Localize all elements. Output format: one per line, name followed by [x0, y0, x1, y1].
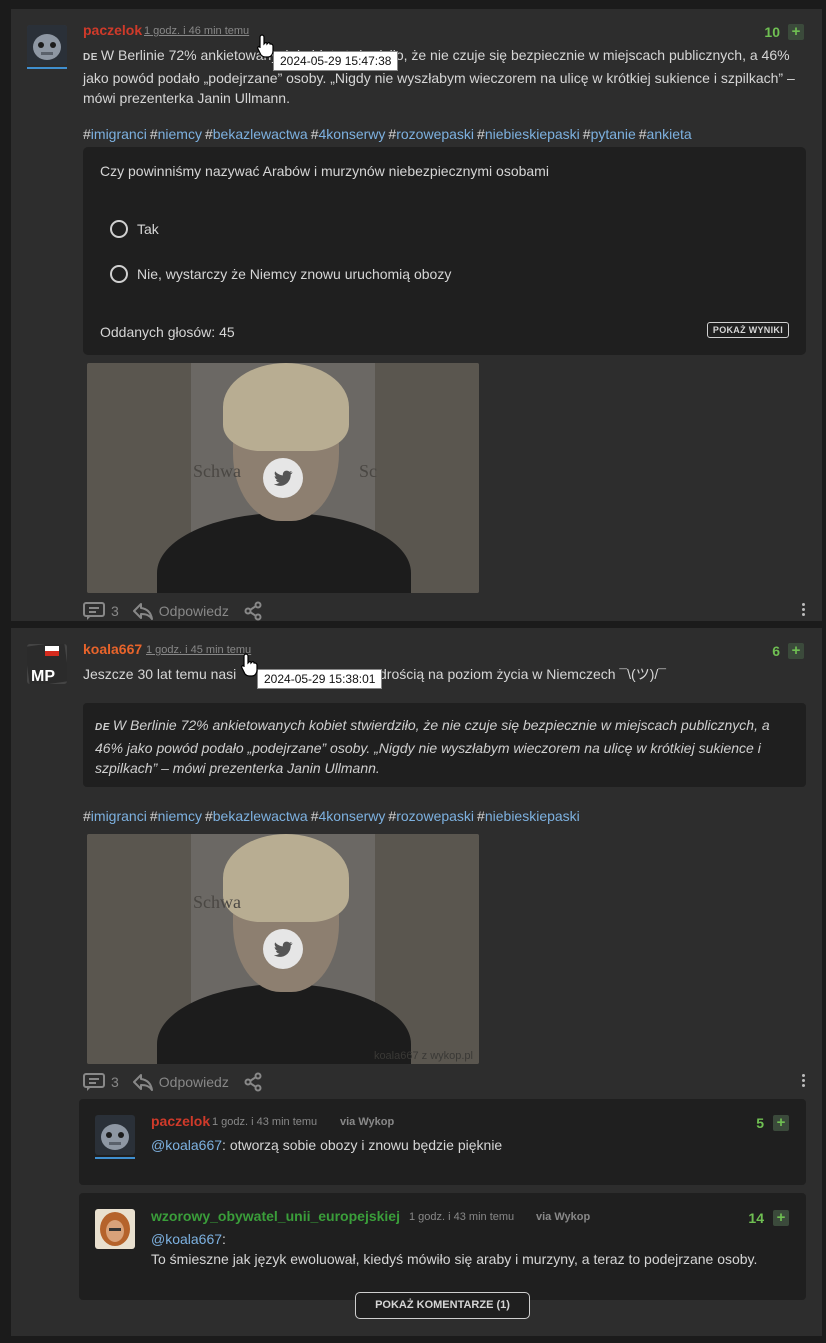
entry-post: paczelok 1 godz. i 46 min temu 10 + DE W …: [11, 9, 822, 621]
photo-backdrop-text: Schwa: [193, 892, 241, 912]
via-source: via Wykop: [340, 1116, 395, 1128]
comment-time[interactable]: 1 godz. i 43 min temu: [212, 1116, 317, 1128]
share-button[interactable]: [243, 601, 269, 621]
comments-icon: [83, 602, 105, 620]
tag-link[interactable]: #4konserwy: [311, 126, 386, 142]
reply-button[interactable]: Odpowiedz: [132, 1073, 229, 1091]
quote-text: W Berlinie 72% ankietowanych kobiet stwi…: [95, 717, 770, 776]
more-options-icon[interactable]: [802, 603, 806, 618]
language-badge: DE: [83, 52, 98, 63]
post-body: DE W Berlinie 72% ankietowanych kobiet st…: [83, 45, 808, 108]
post-text: drością na poziom życia w Niemczech ¯\(ツ…: [379, 666, 666, 682]
photo-hair: [223, 363, 349, 451]
comments-counter[interactable]: 3: [83, 1073, 119, 1091]
timestamp-tooltip: 2024-05-29 15:38:01: [257, 669, 383, 689]
language-badge: DE: [95, 722, 110, 733]
tag-link[interactable]: #rozowepaski: [388, 126, 474, 142]
tag-link[interactable]: #ankieta: [639, 126, 692, 142]
plus-vote-button[interactable]: +: [788, 643, 804, 659]
svg-text:MP: MP: [31, 668, 55, 684]
vote-count: 5: [756, 1115, 764, 1131]
comments-icon: [83, 1073, 105, 1091]
user-avatar[interactable]: [95, 1115, 135, 1155]
user-mention[interactable]: @koala667: [151, 1137, 222, 1153]
user-mention[interactable]: @koala667: [151, 1231, 222, 1247]
poll-option-label: Nie, wystarczy że Niemcy znowu uruchomią…: [137, 266, 452, 282]
vote-count: 14: [748, 1210, 764, 1226]
reply-icon: [132, 603, 153, 620]
poll-option[interactable]: Tak: [110, 220, 159, 238]
vote-count: 10: [764, 24, 780, 40]
radio-icon[interactable]: [110, 265, 128, 283]
more-options-icon[interactable]: [802, 1074, 806, 1089]
vote-count: 6: [772, 643, 780, 659]
hand-cursor-icon: [257, 34, 274, 58]
plus-vote-button[interactable]: +: [773, 1115, 789, 1131]
tag-link[interactable]: #imigranci: [83, 126, 147, 142]
share-button[interactable]: [243, 1072, 269, 1092]
tag-list: #imigranci #niemcy #bekazlewactwa #4konserw…: [83, 808, 583, 824]
post-text: W Berlinie 72% ankietowanych kobiet stwi…: [83, 47, 795, 106]
twitter-embed[interactable]: Schwa Sc: [87, 363, 479, 593]
user-avatar[interactable]: [95, 1209, 135, 1249]
show-results-button[interactable]: POKAŻ WYNIKI: [706, 322, 789, 338]
comment-text: To śmieszne jak język ewoluował, kiedyś …: [151, 1251, 758, 1267]
tag-link[interactable]: #pytanie: [583, 126, 636, 142]
photo-backdrop-text: Sc: [359, 461, 377, 481]
photo-hair: [223, 834, 349, 922]
share-icon: [244, 1072, 262, 1092]
author-name[interactable]: wzorowy_obywatel_unii_europejskiej: [151, 1208, 400, 1224]
radio-icon[interactable]: [110, 220, 128, 238]
tag-link[interactable]: #niemcy: [150, 808, 202, 824]
tag-link[interactable]: #niebieskiepaski: [477, 808, 580, 824]
user-avatar[interactable]: MP: [27, 644, 67, 684]
twitter-embed[interactable]: Schwa koala667 z wykop.pl: [87, 834, 479, 1064]
post-time[interactable]: 1 godz. i 45 min temu: [146, 644, 251, 656]
avatar-underline: [95, 1157, 135, 1159]
tag-link[interactable]: #bekazlewactwa: [205, 808, 308, 824]
tag-link[interactable]: #bekazlewactwa: [205, 126, 308, 142]
quote-block: DE W Berlinie 72% ankietowanych kobiet st…: [83, 703, 806, 787]
post-text: Jeszcze 30 lat temu nasi: [83, 666, 237, 682]
poll-question: Czy powinniśmy nazywać Arabów i murzynów…: [100, 163, 549, 179]
twitter-icon[interactable]: [263, 458, 303, 498]
post-actions: 3 Odpowiedz: [83, 601, 283, 621]
user-avatar[interactable]: [27, 25, 67, 65]
hand-cursor-icon: [241, 653, 258, 677]
tag-link[interactable]: #imigranci: [83, 808, 147, 824]
comment-text: @koala667:: [151, 1231, 226, 1247]
show-comments-button[interactable]: POKAŻ KOMENTARZE (1): [355, 1292, 530, 1319]
poll-box: Czy powinniśmy nazywać Arabów i murzynów…: [83, 147, 806, 355]
share-icon: [244, 601, 262, 621]
poll-votes-count: Oddanych głosów: 45: [100, 324, 235, 340]
twitter-icon[interactable]: [263, 929, 303, 969]
avatar-underline: [27, 67, 67, 69]
tag-link[interactable]: #4konserwy: [311, 808, 386, 824]
author-name[interactable]: paczelok: [151, 1113, 210, 1129]
post-time[interactable]: 1 godz. i 46 min temu: [144, 25, 249, 37]
poll-option[interactable]: Nie, wystarczy że Niemcy znowu uruchomią…: [110, 265, 451, 283]
reply-icon: [132, 1074, 153, 1091]
photo-backdrop-text: Schwa: [193, 461, 241, 481]
author-name[interactable]: koala667: [83, 641, 142, 657]
tag-link[interactable]: #niebieskiepaski: [477, 126, 580, 142]
comment-time[interactable]: 1 godz. i 43 min temu: [409, 1211, 514, 1223]
tag-link[interactable]: #rozowepaski: [388, 808, 474, 824]
tag-list: #imigranci #niemcy #bekazlewactwa #4konserw…: [83, 126, 695, 142]
poll-option-label: Tak: [137, 221, 159, 237]
post-actions: 3 Odpowiedz: [83, 1072, 283, 1092]
image-watermark: koala667 z wykop.pl: [373, 1050, 473, 1062]
tag-link[interactable]: #niemcy: [150, 126, 202, 142]
comment-reply: paczelok 1 godz. i 43 min temu via Wykop…: [79, 1099, 806, 1185]
via-source: via Wykop: [536, 1211, 591, 1223]
comment-text: @koala667: otworzą sobie obozy i znowu b…: [151, 1137, 503, 1153]
plus-vote-button[interactable]: +: [773, 1210, 789, 1226]
author-name[interactable]: paczelok: [83, 22, 142, 38]
comments-counter[interactable]: 3: [83, 602, 119, 620]
comment-reply: wzorowy_obywatel_unii_europejskiej 1 god…: [79, 1193, 806, 1300]
plus-vote-button[interactable]: +: [788, 24, 804, 40]
timestamp-tooltip: 2024-05-29 15:47:38: [273, 51, 399, 71]
reply-button[interactable]: Odpowiedz: [132, 602, 229, 620]
